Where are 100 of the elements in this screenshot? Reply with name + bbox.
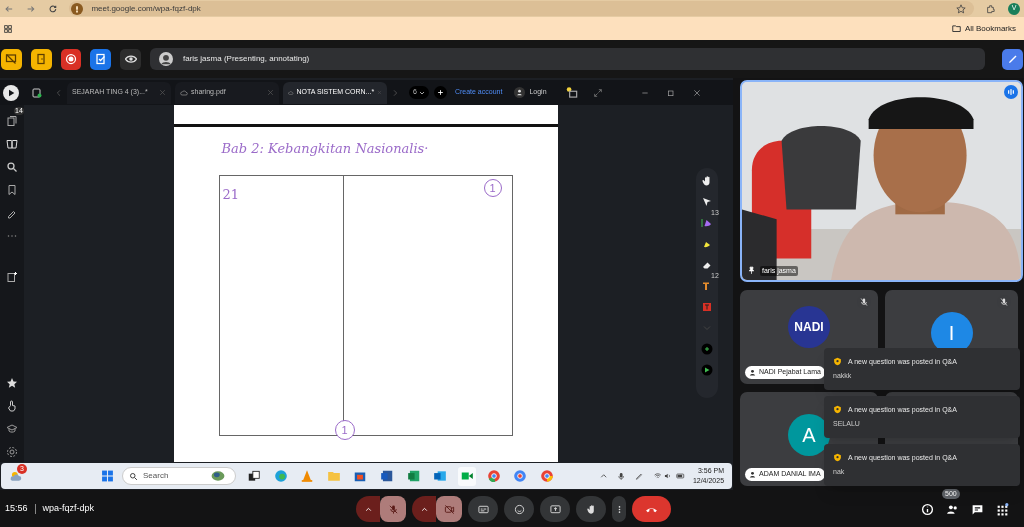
options-button[interactable] (412, 496, 437, 522)
expand-icon[interactable] (592, 87, 603, 98)
leave-call-button[interactable] (632, 496, 672, 522)
raise-hand-button[interactable] (576, 496, 607, 522)
chat-icon[interactable] (971, 502, 984, 516)
handwritten-heading: Bab 2: Kebangkitan Nasionalis· (221, 140, 430, 158)
star-icon[interactable] (6, 377, 18, 389)
activities-icon[interactable] (996, 502, 1009, 516)
notes-icon (94, 53, 107, 65)
text-box-icon[interactable] (701, 301, 713, 313)
caret-up-icon (364, 505, 372, 513)
pin-icon[interactable] (747, 266, 756, 276)
person-icon (159, 52, 173, 66)
handwritten-number: 21 (222, 186, 240, 202)
person-icon (749, 471, 756, 478)
spreadsheet-app-icon (406, 469, 421, 483)
bookmark-icon[interactable] (6, 184, 18, 196)
document-app-icon (380, 469, 395, 483)
microphone-button[interactable] (380, 496, 407, 522)
camera-button[interactable] (436, 496, 463, 522)
add-page-icon[interactable] (6, 271, 18, 283)
touch-icon[interactable] (6, 400, 18, 412)
cloud-icon (288, 88, 294, 97)
present-button[interactable] (540, 496, 571, 522)
circled-number: 1 (334, 419, 355, 440)
pen-icon (1006, 53, 1019, 65)
question-badge-icon (833, 453, 842, 463)
bulb-icon[interactable] (564, 85, 579, 100)
microphone-icon[interactable] (617, 471, 626, 481)
add-button[interactable] (433, 86, 447, 99)
search-icon (129, 471, 138, 481)
cloud-icon (180, 88, 188, 97)
presentation-button[interactable] (1, 48, 22, 70)
address-bar[interactable]: meet.google.com/wpa-fqzf-dpk (69, 1, 975, 16)
add-tool-icon[interactable] (701, 343, 713, 355)
notes-button[interactable] (90, 48, 112, 70)
presentation-icon (5, 53, 18, 65)
record-button[interactable] (60, 48, 82, 70)
chrome-icon (486, 469, 501, 483)
speaking-indicator-icon (1004, 85, 1018, 99)
raise-hand-icon (585, 503, 597, 515)
hand-icon[interactable] (701, 175, 713, 187)
emoji-button[interactable] (504, 496, 535, 522)
app-logo-icon[interactable] (3, 84, 19, 101)
user-icon (514, 87, 526, 98)
pen-icon[interactable] (635, 471, 644, 481)
site-info-icon[interactable] (71, 2, 84, 15)
search-field[interactable]: Search (122, 467, 237, 485)
battery-icon[interactable] (675, 471, 685, 481)
question-badge-icon (833, 357, 842, 367)
present-icon (549, 503, 561, 515)
camera-off-icon (443, 503, 455, 515)
logo-avatar: NADI (788, 306, 830, 348)
caret-icon (418, 89, 425, 96)
emoji-icon (513, 503, 525, 515)
url-text: meet.google.com/wpa-fqzf-dpk (91, 2, 202, 15)
presenter-label: faris jasma (Presenting, annotating) (183, 53, 310, 65)
record-icon (65, 53, 77, 65)
reload-icon[interactable] (47, 3, 58, 14)
chrome-icon (513, 469, 528, 483)
meeting-code: wpa-fqzf-dpk (42, 502, 95, 516)
pointer-icon[interactable] (701, 196, 713, 208)
door-icon (35, 53, 48, 65)
apps-grid-icon[interactable] (4, 24, 12, 33)
bookmarks-link[interactable]: All Bookmarks (964, 22, 1016, 35)
chrome-icon (539, 469, 554, 483)
start-icon[interactable] (101, 469, 114, 483)
view-button[interactable] (120, 48, 141, 70)
person-icon (749, 369, 756, 376)
meeting-time: 15:56 (5, 502, 28, 516)
plus-icon (436, 89, 444, 96)
folder-icon[interactable] (951, 24, 961, 33)
book-icon[interactable] (6, 138, 18, 150)
mail-app-icon (433, 469, 448, 483)
options-button[interactable] (356, 496, 381, 522)
browser-icon (273, 469, 288, 483)
info-icon[interactable] (921, 502, 934, 516)
door-button[interactable] (30, 48, 52, 70)
view-icon (124, 53, 137, 65)
microphone-off-icon (387, 503, 399, 515)
question-badge-icon (833, 405, 842, 415)
close-window-icon[interactable] (692, 88, 701, 97)
search-icon[interactable] (6, 161, 18, 173)
star-icon[interactable] (956, 3, 967, 14)
record-tool-icon[interactable] (701, 364, 713, 376)
annotate-button[interactable] (1002, 48, 1023, 70)
extensions-icon[interactable] (986, 3, 997, 14)
chevron-up-icon[interactable] (599, 472, 608, 480)
pen-tool-icon[interactable] (701, 217, 713, 229)
speaker-icon[interactable] (664, 472, 672, 480)
restore-icon[interactable] (666, 88, 675, 97)
cone-icon (300, 469, 315, 483)
weather-icon[interactable] (9, 469, 23, 483)
more-options-button[interactable] (612, 496, 627, 522)
graduation-icon[interactable] (6, 423, 18, 435)
folder-icon (326, 469, 341, 483)
pages-icon[interactable] (6, 115, 18, 127)
captions-button[interactable] (468, 496, 499, 522)
captions-icon (477, 503, 489, 515)
settings-icon[interactable] (6, 446, 18, 458)
